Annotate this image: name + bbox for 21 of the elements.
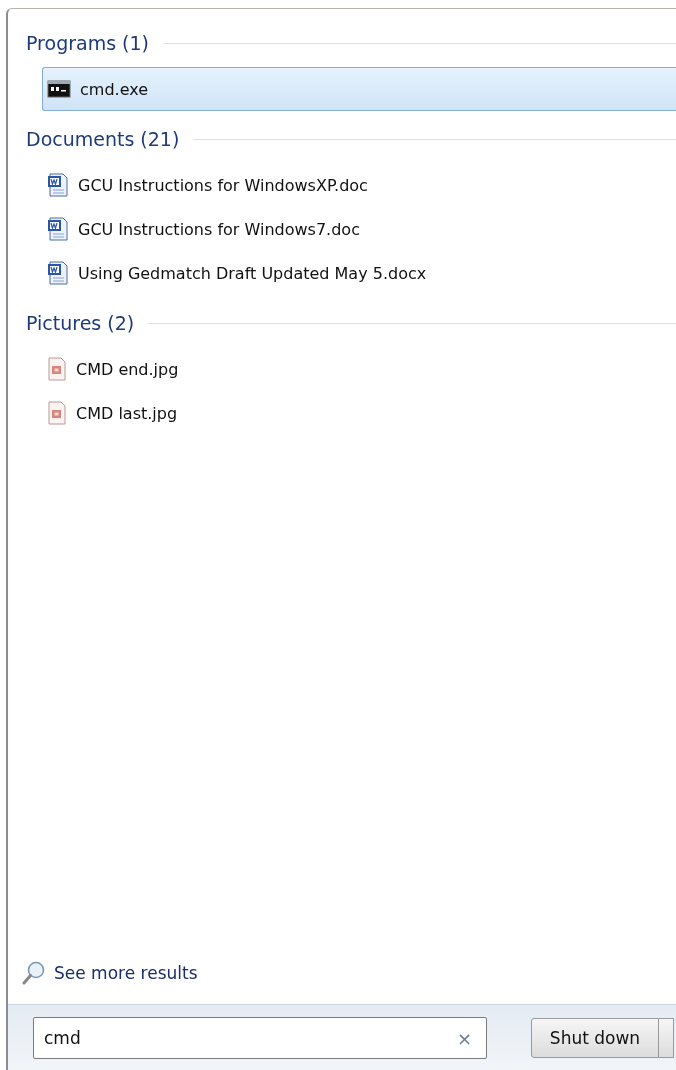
result-item[interactable]: cmd.exe [42, 67, 676, 111]
result-item[interactable]: GCU Instructions for Windows7.doc [26, 207, 676, 251]
shut-down-button[interactable]: Shut down [531, 1018, 659, 1058]
search-field[interactable]: cmd × [33, 1017, 487, 1059]
section-heading: Documents (21) [26, 128, 180, 150]
section-heading: Programs (1) [26, 32, 150, 54]
result-item[interactable]: Using Gedmatch Draft Updated May 5.docx [26, 251, 676, 295]
document-icon [47, 217, 69, 241]
section-heading: Pictures (2) [26, 312, 135, 334]
search-icon [22, 960, 46, 986]
see-more-results-link[interactable]: See more results [54, 963, 198, 983]
clear-button[interactable]: × [456, 1027, 472, 1049]
shut-down-options-button[interactable] [659, 1018, 674, 1058]
document-icon [47, 261, 69, 285]
image-file-icon [47, 357, 67, 381]
document-icon [47, 173, 69, 197]
image-file-icon [47, 401, 67, 425]
result-item[interactable]: GCU Instructions for WindowsXP.doc [26, 163, 676, 207]
result-item[interactable]: CMD end.jpg [26, 347, 676, 391]
result-item[interactable]: CMD last.jpg [26, 391, 676, 435]
console-icon [47, 79, 71, 99]
